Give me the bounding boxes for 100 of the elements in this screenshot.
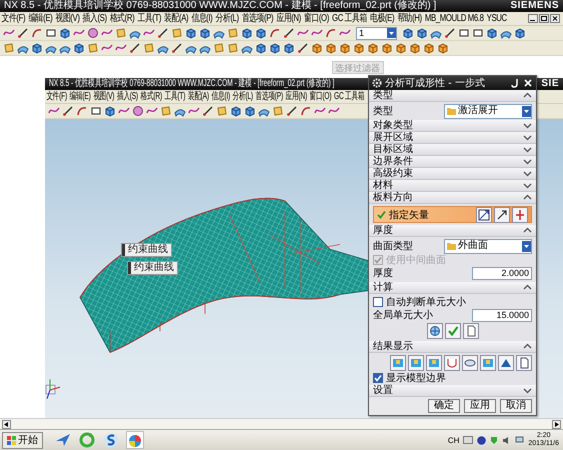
- check-icon[interactable]: [444, 323, 460, 339]
- vector-icon[interactable]: [494, 206, 510, 222]
- menu-item[interactable]: GC 工具箱: [330, 12, 369, 24]
- ball-icon[interactable]: [127, 432, 143, 448]
- menu-item[interactable]: 应用(N): [284, 90, 308, 102]
- start-button[interactable]: 开始: [2, 432, 43, 448]
- scrollbar-track[interactable]: [0, 418, 563, 429]
- section-header[interactable]: 边界条件: [369, 156, 536, 168]
- line-icon[interactable]: [286, 105, 298, 117]
- menu-item[interactable]: 信息(I): [210, 90, 232, 102]
- dropdown[interactable]: 激活展开: [444, 104, 532, 118]
- line-icon[interactable]: [202, 105, 214, 117]
- arc-icon[interactable]: [31, 27, 43, 39]
- language-indicator[interactable]: CH: [448, 436, 460, 444]
- arc-icon[interactable]: [269, 27, 281, 39]
- rectangle-icon[interactable]: [472, 27, 484, 39]
- section-header[interactable]: 材料: [369, 180, 536, 192]
- contour-plot-icon[interactable]: [408, 355, 424, 371]
- rectangle-icon[interactable]: [45, 27, 57, 39]
- cube-icon[interactable]: [73, 42, 85, 54]
- cube-icon[interactable]: [269, 42, 281, 54]
- dialog-button[interactable]: 确定: [428, 399, 460, 413]
- section-header[interactable]: 厚度: [369, 225, 536, 237]
- cube-icon[interactable]: [402, 27, 414, 39]
- document-icon[interactable]: [462, 323, 478, 339]
- menu-item[interactable]: 装配(A): [186, 90, 210, 102]
- menu-item[interactable]: 窗口(O): [308, 90, 333, 102]
- cube-icon[interactable]: [514, 27, 526, 39]
- menu-item[interactable]: 首选项(P): [240, 12, 275, 24]
- cube-icon[interactable]: [416, 27, 428, 39]
- contour-plot-icon[interactable]: [480, 355, 496, 371]
- dialog-button[interactable]: 取消: [500, 399, 532, 413]
- menu-item[interactable]: 编辑(E): [26, 12, 54, 24]
- menu-item[interactable]: 视图(V): [54, 12, 82, 24]
- block-icon[interactable]: [325, 42, 337, 54]
- section-header[interactable]: 类型: [369, 90, 536, 102]
- arc-icon[interactable]: [76, 105, 88, 117]
- block-icon[interactable]: [423, 42, 435, 54]
- document-icon[interactable]: [516, 355, 532, 371]
- arrow-right-icon[interactable]: [552, 420, 561, 428]
- line-icon[interactable]: [62, 105, 74, 117]
- vector-dialog-icon[interactable]: [476, 206, 492, 222]
- line-icon[interactable]: [157, 27, 169, 39]
- cube-icon[interactable]: [104, 105, 116, 117]
- arc-icon[interactable]: [325, 27, 337, 39]
- axis-icon[interactable]: [512, 206, 528, 222]
- swirl-icon[interactable]: [103, 432, 119, 448]
- menu-item[interactable]: 格式(R): [108, 12, 136, 24]
- dropdown[interactable]: 外曲面: [444, 238, 532, 254]
- section-header[interactable]: 结果显示: [369, 341, 536, 353]
- line-icon[interactable]: [171, 42, 183, 54]
- arrow-left-icon[interactable]: [2, 420, 11, 428]
- number-field[interactable]: 2.0000: [472, 266, 532, 280]
- cube-icon[interactable]: [230, 105, 242, 117]
- cube-icon[interactable]: [244, 105, 256, 117]
- rectangle-icon[interactable]: [458, 27, 470, 39]
- menu-item[interactable]: 格式(R): [139, 90, 164, 102]
- restore-icon[interactable]: [539, 14, 549, 23]
- menu-item[interactable]: MB_MOULD M6.8: [423, 12, 486, 24]
- menu-item[interactable]: YSUC: [485, 12, 508, 24]
- contour-plot-icon[interactable]: [390, 355, 406, 371]
- block-icon[interactable]: [437, 42, 449, 54]
- menu-item[interactable]: 插入(S): [116, 90, 140, 102]
- menu-item[interactable]: 应用(N): [274, 12, 302, 24]
- block-icon[interactable]: [311, 42, 323, 54]
- menu-item[interactable]: 电极(E): [368, 12, 396, 24]
- line-icon[interactable]: [283, 27, 295, 39]
- section-header[interactable]: 目标区域: [369, 144, 536, 156]
- section-header[interactable]: 高级约束: [369, 168, 536, 180]
- line-icon[interactable]: [444, 27, 456, 39]
- line-icon[interactable]: [129, 42, 141, 54]
- menu-item[interactable]: 编辑(E): [68, 90, 92, 102]
- menu-item[interactable]: 工具(T): [136, 12, 163, 24]
- line-icon[interactable]: [17, 27, 29, 39]
- arc-icon[interactable]: [300, 105, 312, 117]
- sphere-icon[interactable]: [87, 27, 99, 39]
- cube-icon[interactable]: [283, 42, 295, 54]
- line-icon[interactable]: [297, 42, 309, 54]
- menu-item[interactable]: 窗口(O): [302, 12, 330, 24]
- layer-dropdown[interactable]: 1: [356, 26, 397, 40]
- menu-item[interactable]: 帮助(H): [396, 12, 424, 24]
- menu-item[interactable]: 视图(V): [92, 90, 116, 102]
- number-field[interactable]: 15.0000: [472, 308, 532, 322]
- menu-item[interactable]: 文件(F): [0, 12, 27, 24]
- menu-item[interactable]: 首选项(P): [254, 90, 284, 102]
- menu-item[interactable]: GC 工具箱: [332, 90, 366, 102]
- cube-icon[interactable]: [199, 27, 211, 39]
- close-icon[interactable]: [550, 14, 560, 23]
- minimize-icon[interactable]: [528, 14, 538, 23]
- section-header[interactable]: 设置: [369, 385, 536, 397]
- checkbox[interactable]: [373, 372, 383, 382]
- menu-item[interactable]: 分析(L): [214, 12, 240, 24]
- cube-icon[interactable]: [255, 42, 267, 54]
- sphere-icon[interactable]: [132, 105, 144, 117]
- cube-icon[interactable]: [31, 42, 43, 54]
- section-header[interactable]: 展开区域: [369, 132, 536, 144]
- cube-icon[interactable]: [185, 27, 197, 39]
- checkbox[interactable]: [373, 296, 383, 306]
- menu-item[interactable]: 插入(S): [81, 12, 108, 24]
- cube-icon[interactable]: [241, 27, 253, 39]
